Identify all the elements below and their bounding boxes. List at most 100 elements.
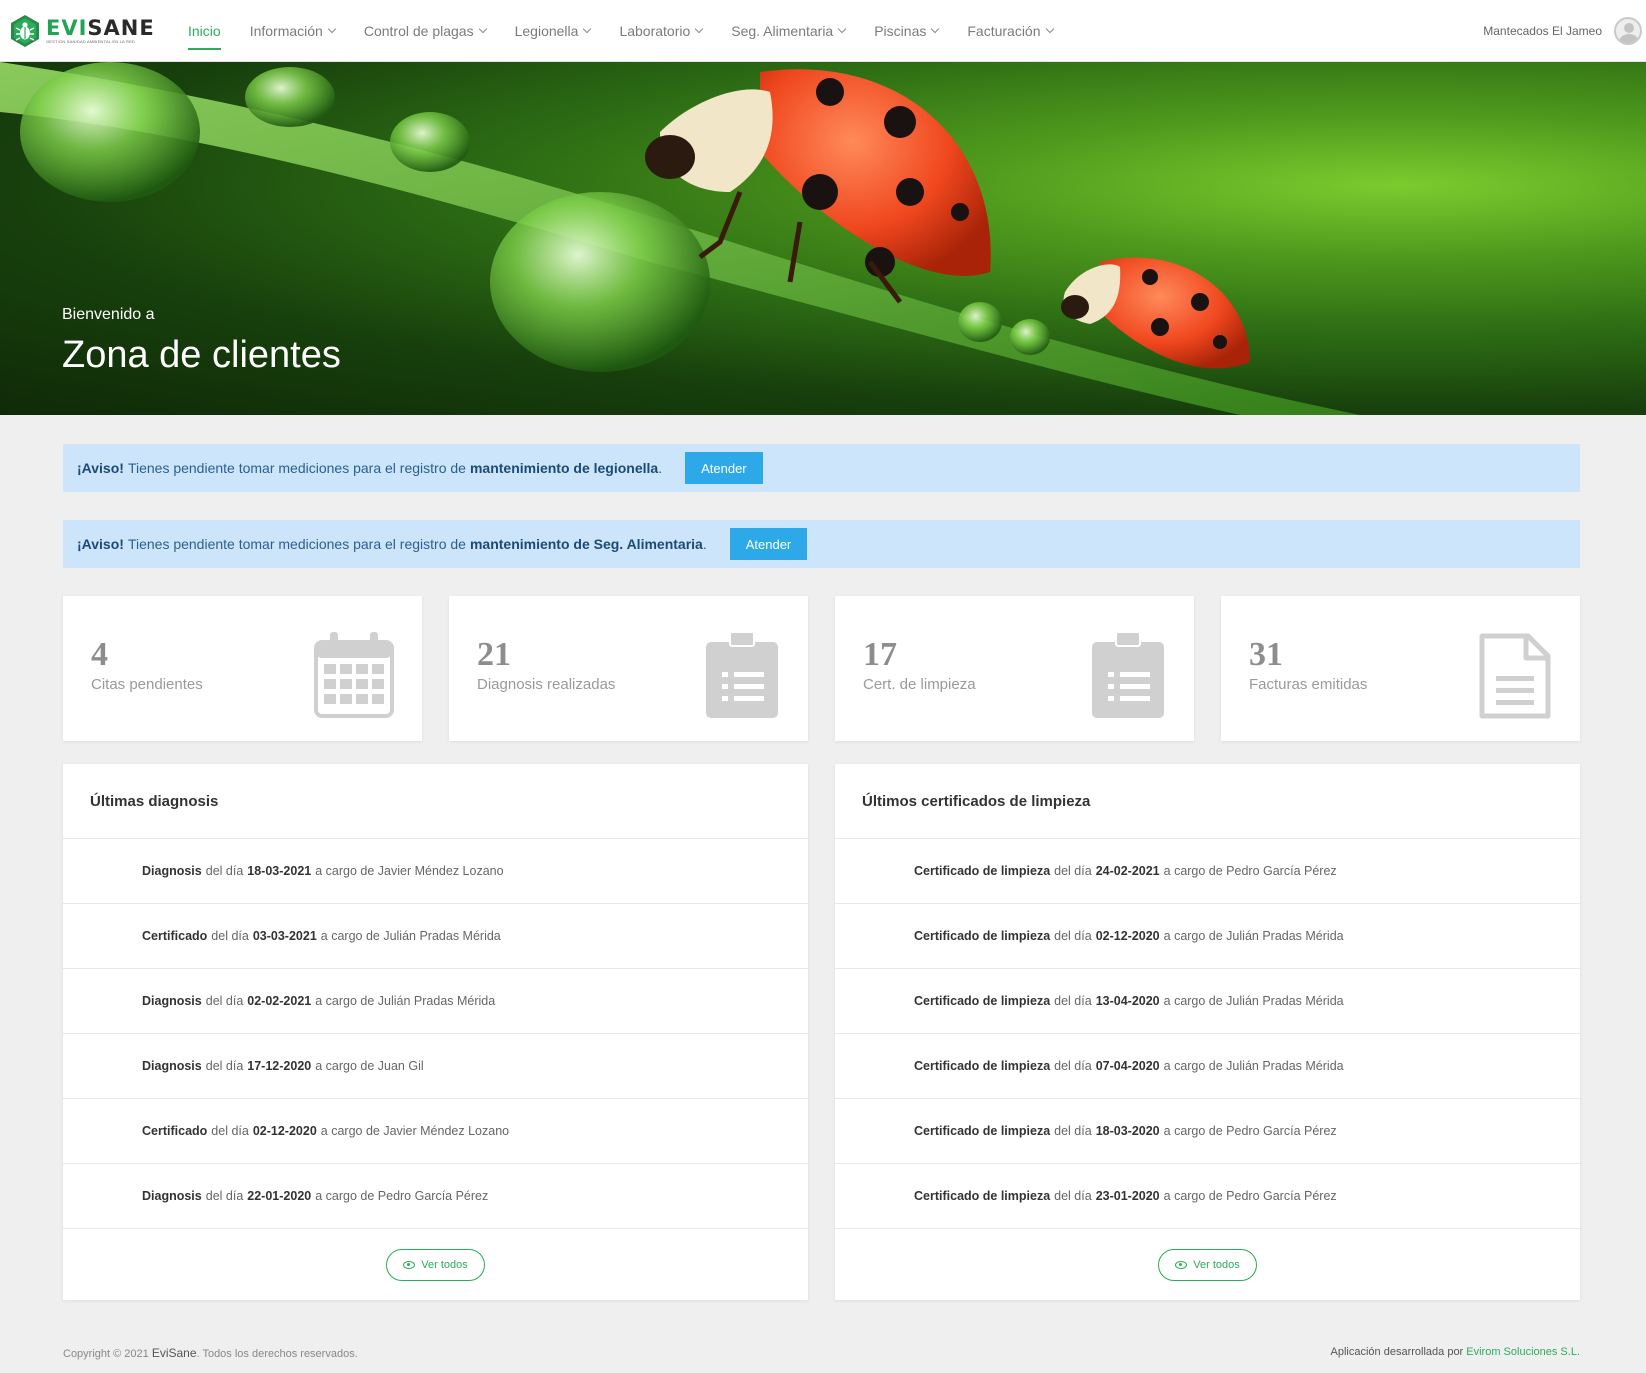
item-type: Certificado — [142, 929, 208, 943]
brand-tagline: GESTIÓN SANIDAD AMBIENTAL EN LA RED — [46, 39, 136, 44]
nav-item-laboratorio[interactable]: Laboratorio — [619, 0, 704, 62]
item-post: a cargo de Julián Pradas Mérida — [320, 929, 501, 943]
chevron-down-icon — [837, 24, 847, 34]
hero-banner: Bienvenido a Zona de clientes — [0, 62, 1646, 415]
list-item[interactable]: Certificado del día 03-03-2021 a cargo de J… — [63, 904, 808, 969]
list-item[interactable]: Certificado de limpieza del día 02-12-2020… — [835, 904, 1580, 969]
evisane-logo[interactable]: EVISANE GESTIÓN SANIDAD AMBIENTAL EN LA … — [10, 14, 155, 48]
item-type: Diagnosis — [142, 864, 202, 878]
panel-ultimos-certificados: Últimos certificados de limpieza Certifi… — [835, 764, 1580, 1300]
alert-strong: ¡Aviso! — [77, 536, 124, 552]
alert-end: . — [658, 460, 663, 476]
brand-name-part2: SANE — [87, 16, 155, 40]
alert-text: Tienes pendiente tomar mediciones para e… — [127, 536, 466, 552]
item-post: a cargo de Julián Pradas Mérida — [1163, 929, 1344, 943]
item-pre: del día — [1054, 1059, 1092, 1073]
list-item[interactable]: Diagnosis del día 17-12-2020 a cargo de Jua… — [63, 1034, 808, 1099]
page-title: Zona de clientes — [62, 334, 341, 376]
item-type: Certificado — [142, 1124, 208, 1138]
alert-text: Tienes pendiente tomar mediciones para e… — [127, 460, 466, 476]
list-item[interactable]: Certificado de limpieza del día 07-04-2020… — [835, 1034, 1580, 1099]
item-post: a cargo de Julián Pradas Mérida — [1163, 1059, 1344, 1073]
chevron-down-icon — [478, 24, 487, 34]
item-post: a cargo de Javier Méndez Lozano — [320, 1124, 510, 1138]
nav-item-piscinas[interactable]: Piscinas — [874, 0, 940, 62]
stat-card-citas[interactable]: 4 Citas pendientes — [63, 596, 422, 741]
top-navbar: EVISANE GESTIÓN SANIDAD AMBIENTAL EN LA … — [0, 0, 1646, 62]
item-date: 03-03-2021 — [252, 929, 317, 943]
avatar[interactable] — [1614, 17, 1642, 45]
list-item[interactable]: Certificado de limpieza del día 13-04-2020… — [835, 969, 1580, 1034]
list-item[interactable]: Diagnosis del día 22-01-2020 a cargo de Ped… — [63, 1164, 808, 1229]
ver-todos-certificados-button[interactable]: Ver todos — [1158, 1248, 1257, 1281]
stat-label: Cert. de limpieza — [863, 676, 976, 693]
item-pre: del día — [205, 994, 244, 1008]
item-date: 24-02-2021 — [1095, 864, 1160, 878]
chevron-down-icon — [1045, 24, 1054, 34]
item-pre: del día — [1054, 1124, 1092, 1138]
chevron-down-icon — [583, 24, 592, 34]
item-pre: del día — [1054, 929, 1092, 943]
user-menu[interactable]: Mantecados El Jameo — [1483, 0, 1646, 62]
nav-item-seg-alimentaria[interactable]: Seg. Alimentaria — [731, 0, 847, 62]
stat-card-cert-limpieza[interactable]: 17 Cert. de limpieza — [835, 596, 1194, 741]
nav-item-control-de-plagas[interactable]: Control de plagas — [364, 0, 487, 62]
item-type: Certificado de limpieza — [914, 1124, 1051, 1138]
item-post: a cargo de Javier Méndez Lozano — [315, 864, 504, 878]
item-pre: del día — [1054, 1189, 1092, 1203]
nav-item-label: Laboratorio — [619, 23, 691, 39]
alert-legionella: ¡Aviso! Tienes pendiente tomar medicione… — [63, 444, 1580, 492]
item-type: Certificado de limpieza — [914, 929, 1051, 943]
list-item[interactable]: Diagnosis del día 18-03-2021 a cargo de Jav… — [63, 839, 808, 904]
list-item[interactable]: Certificado del día 02-12-2020 a cargo de J… — [63, 1099, 808, 1164]
item-pre: del día — [1054, 994, 1092, 1008]
alert-target: mantenimiento de Seg. Alimentaria — [469, 536, 703, 552]
stat-value: 31 — [1249, 636, 1283, 673]
stat-value: 17 — [863, 636, 897, 673]
chevron-down-icon — [327, 24, 337, 34]
atender-button[interactable]: Atender — [729, 528, 808, 560]
stat-label: Facturas emitidas — [1249, 676, 1368, 693]
item-date: 02-12-2020 — [252, 1124, 317, 1138]
ver-todos-diagnosis-button[interactable]: Ver todos — [386, 1248, 485, 1281]
panel-title: Últimas diagnosis — [63, 764, 808, 839]
item-post: a cargo de Julián Pradas Mérida — [315, 994, 496, 1008]
item-date: 02-12-2020 — [1095, 929, 1160, 943]
item-pre: del día — [1054, 864, 1092, 878]
atender-button[interactable]: Atender — [685, 452, 763, 484]
footer-copyright: Copyright © 2021 EviSane. Todos los dere… — [63, 1346, 358, 1360]
copyright-post: . Todos los derechos reservados. — [196, 1348, 358, 1360]
item-date: 17-12-2020 — [247, 1059, 312, 1073]
nav-item-informacion[interactable]: Información — [249, 0, 337, 62]
item-date: 18-03-2021 — [247, 864, 312, 878]
item-date: 02-02-2021 — [247, 994, 312, 1008]
item-date: 23-01-2020 — [1095, 1189, 1160, 1203]
alert-end: . — [702, 536, 707, 552]
list-item[interactable]: Certificado de limpieza del día 24-02-2021… — [835, 839, 1580, 904]
footer-brand: EviSane — [151, 1346, 197, 1360]
nav-item-facturacion[interactable]: Facturación — [967, 0, 1054, 62]
stat-card-facturas[interactable]: 31 Facturas emitidas — [1221, 596, 1580, 741]
nav-item-label: Información — [249, 23, 323, 39]
nav-item-label: Facturación — [967, 23, 1041, 39]
item-post: a cargo de Julián Pradas Mérida — [1163, 994, 1344, 1008]
item-post: a cargo de Juan Gil — [315, 1059, 424, 1073]
item-type: Certificado de limpieza — [914, 864, 1051, 878]
list-item[interactable]: Certificado de limpieza del día 18-03-2020… — [835, 1099, 1580, 1164]
stat-label: Diagnosis realizadas — [477, 676, 616, 693]
list-item[interactable]: Certificado de limpieza del día 23-01-2020… — [835, 1164, 1580, 1229]
nav-item-inicio[interactable]: Inicio — [188, 0, 221, 62]
alert-seg-alimentaria: ¡Aviso! Tienes pendiente tomar medicione… — [63, 520, 1580, 568]
developer-link[interactable]: Evirom Soluciones S.L. — [1466, 1346, 1580, 1358]
item-date: 07-04-2020 — [1095, 1059, 1160, 1073]
list-item[interactable]: Diagnosis del día 02-02-2021 a cargo de Jul… — [63, 969, 808, 1034]
item-post: a cargo de Pedro García Pérez — [1163, 1189, 1337, 1203]
item-type: Certificado de limpieza — [914, 994, 1051, 1008]
nav-item-legionella[interactable]: Legionella — [515, 0, 592, 62]
stat-card-diagnosis[interactable]: 21 Diagnosis realizadas — [449, 596, 808, 741]
panel-ultimas-diagnosis: Últimas diagnosis Diagnosis del día 18-03-… — [63, 764, 808, 1300]
panel-footer: Ver todos — [63, 1229, 808, 1300]
hero-subtitle: Bienvenido a — [62, 306, 155, 323]
stat-value: 21 — [477, 636, 511, 673]
item-type: Certificado de limpieza — [914, 1059, 1051, 1073]
